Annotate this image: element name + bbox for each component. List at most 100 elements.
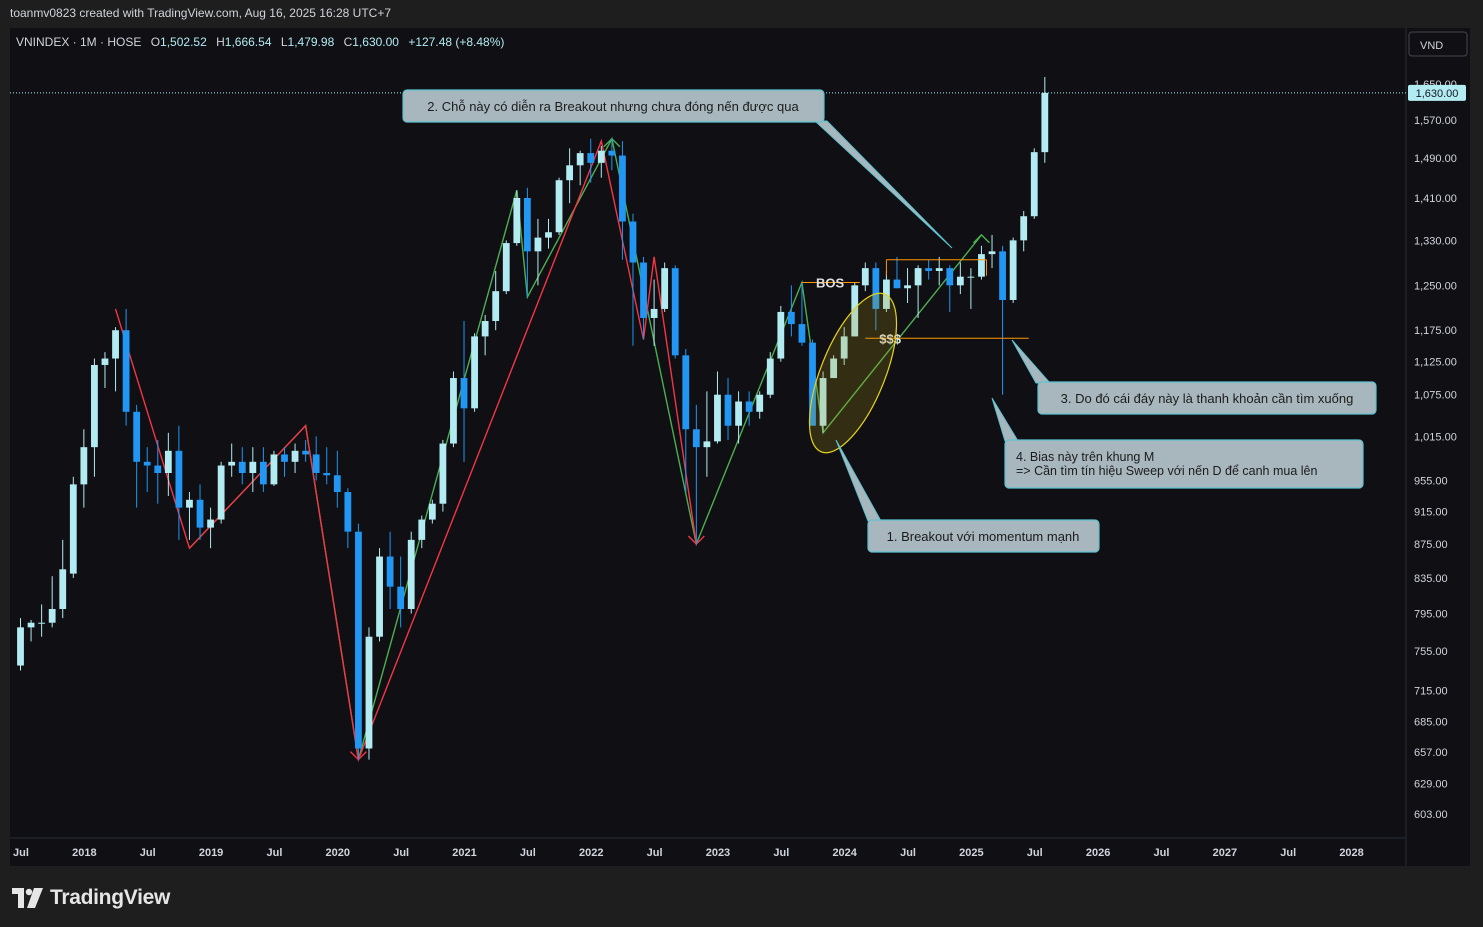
candle-body	[302, 450, 310, 455]
legend-close-label: C	[344, 35, 353, 49]
candle-body	[91, 364, 98, 448]
candle-body	[27, 622, 35, 628]
legend-open: 1,502.52	[160, 35, 207, 49]
candle-body	[355, 531, 362, 749]
candle-body	[17, 627, 24, 666]
x-tick-label: Jul	[13, 847, 29, 859]
x-tick-label: Jul	[1027, 847, 1043, 859]
candle-body	[69, 484, 77, 574]
x-tick-label: 2021	[452, 847, 476, 859]
legend-symbol: VNINDEX · 1M · HOSE	[16, 35, 141, 49]
candle-body	[798, 324, 806, 343]
candle-body	[217, 465, 225, 520]
candle-body	[492, 291, 500, 322]
annotation-1-text: 1. Breakout với momentum mạnh	[887, 529, 1080, 544]
candle-body	[439, 443, 447, 504]
annotation-3[interactable]: 3. Do đó cái đáy này là thanh khoản cần …	[1011, 339, 1377, 415]
candle-body	[597, 150, 605, 163]
candle-body	[428, 503, 436, 520]
annotation-4-line-2: => Cần tìm tín hiệu Sweep với nến D để c…	[1016, 464, 1317, 478]
candle-body	[196, 499, 204, 528]
candle-body	[228, 461, 236, 466]
x-tick-label: 2020	[326, 847, 350, 859]
candle-body	[619, 155, 626, 222]
currency-button[interactable]: VND	[1408, 31, 1468, 57]
x-tick-label: 2027	[1213, 847, 1237, 859]
last-price-badge: 1,630.00	[1408, 84, 1466, 101]
candle-body	[714, 394, 721, 442]
annotation-2[interactable]: 2. Chỗ này có diễn ra Breakout nhưng chư…	[402, 89, 953, 249]
candle-body	[38, 622, 46, 624]
time-axis[interactable]: Jul 2018 Jul 2019 Jul 2020 Jul 2021 Jul 2022 Jul 20…	[13, 847, 1364, 859]
candle-body	[703, 441, 711, 448]
price-chart[interactable]: 1,650.001,570.001,490.001,410.001,330.00…	[10, 28, 1470, 866]
candle-body	[661, 268, 669, 309]
candle-body	[344, 492, 352, 532]
candle-body	[650, 308, 658, 318]
candle-body	[312, 454, 320, 474]
legend-high: 1,666.54	[225, 35, 272, 49]
tradingview-logo[interactable]: TradingView	[12, 883, 170, 913]
candle-body	[238, 461, 246, 474]
candle-body	[999, 251, 1006, 300]
chart-frame[interactable]: 1,650.001,570.001,490.001,410.001,330.00…	[10, 28, 1470, 866]
candle-body	[745, 401, 753, 412]
x-tick-label: Jul	[393, 847, 409, 859]
legend-change: +127.48 (+8.48%)	[408, 35, 504, 49]
candle-series	[17, 77, 1049, 760]
y-tick-label: 915.00	[1414, 507, 1448, 519]
y-tick-label: 685.00	[1414, 717, 1448, 729]
x-tick-label: Jul	[266, 847, 282, 859]
x-tick-label: Jul	[647, 847, 663, 859]
candle-body	[249, 461, 257, 474]
legend-low: 1,479.98	[288, 35, 335, 49]
candle-body	[207, 519, 214, 528]
candle-body	[175, 450, 183, 508]
candle-body	[904, 285, 911, 289]
legend-open-label: O	[151, 35, 160, 49]
candle-body	[186, 499, 193, 508]
candle-body	[587, 153, 595, 163]
x-tick-label: Jul	[140, 847, 156, 859]
candle-body	[164, 450, 172, 474]
candle-body	[48, 608, 56, 623]
candle-body	[471, 336, 478, 409]
candle-body	[523, 197, 531, 252]
y-tick-label: 1,175.00	[1414, 325, 1457, 337]
candle-body	[967, 276, 975, 278]
y-tick-label: 955.00	[1414, 476, 1448, 488]
candle-body	[365, 636, 373, 749]
candle-body	[112, 330, 119, 359]
annotation-4-line-1: 4. Bias này trên khung M	[1016, 450, 1154, 464]
y-tick-label: 1,570.00	[1414, 115, 1457, 127]
candle-body	[397, 586, 405, 609]
candle-body	[1009, 240, 1017, 300]
candle-body	[640, 262, 647, 318]
zigzag-lines	[114, 136, 990, 763]
currency-label: VND	[1420, 40, 1443, 52]
y-tick-label: 629.00	[1414, 778, 1448, 790]
candle-body	[122, 330, 130, 412]
y-tick-label: 875.00	[1414, 539, 1448, 551]
legend-close: 1,630.00	[352, 35, 399, 49]
x-tick-label: Jul	[1280, 847, 1296, 859]
candle-body	[460, 378, 468, 409]
candle-body	[566, 165, 574, 181]
candle-body	[766, 358, 774, 395]
candle-body	[270, 454, 278, 485]
x-tick-label: 2025	[959, 847, 983, 859]
candle-body	[978, 254, 985, 277]
x-tick-label: 2026	[1086, 847, 1110, 859]
price-axis[interactable]: 1,650.001,570.001,490.001,410.001,330.00…	[1414, 79, 1457, 821]
candle-body	[376, 556, 383, 637]
y-tick-label: 755.00	[1414, 646, 1448, 658]
red-zigzag-line	[114, 138, 697, 763]
candle-body	[692, 429, 700, 448]
tradingview-brand-text: TradingView	[50, 886, 171, 909]
symbol-legend[interactable]: VNINDEX · 1M · HOSE O1,502.52 H1,666.54 …	[16, 35, 504, 49]
candle-body	[418, 519, 426, 540]
candle-body	[777, 311, 785, 359]
y-tick-label: 1,330.00	[1414, 235, 1457, 247]
candle-body	[133, 411, 141, 462]
candle-body	[682, 355, 690, 430]
